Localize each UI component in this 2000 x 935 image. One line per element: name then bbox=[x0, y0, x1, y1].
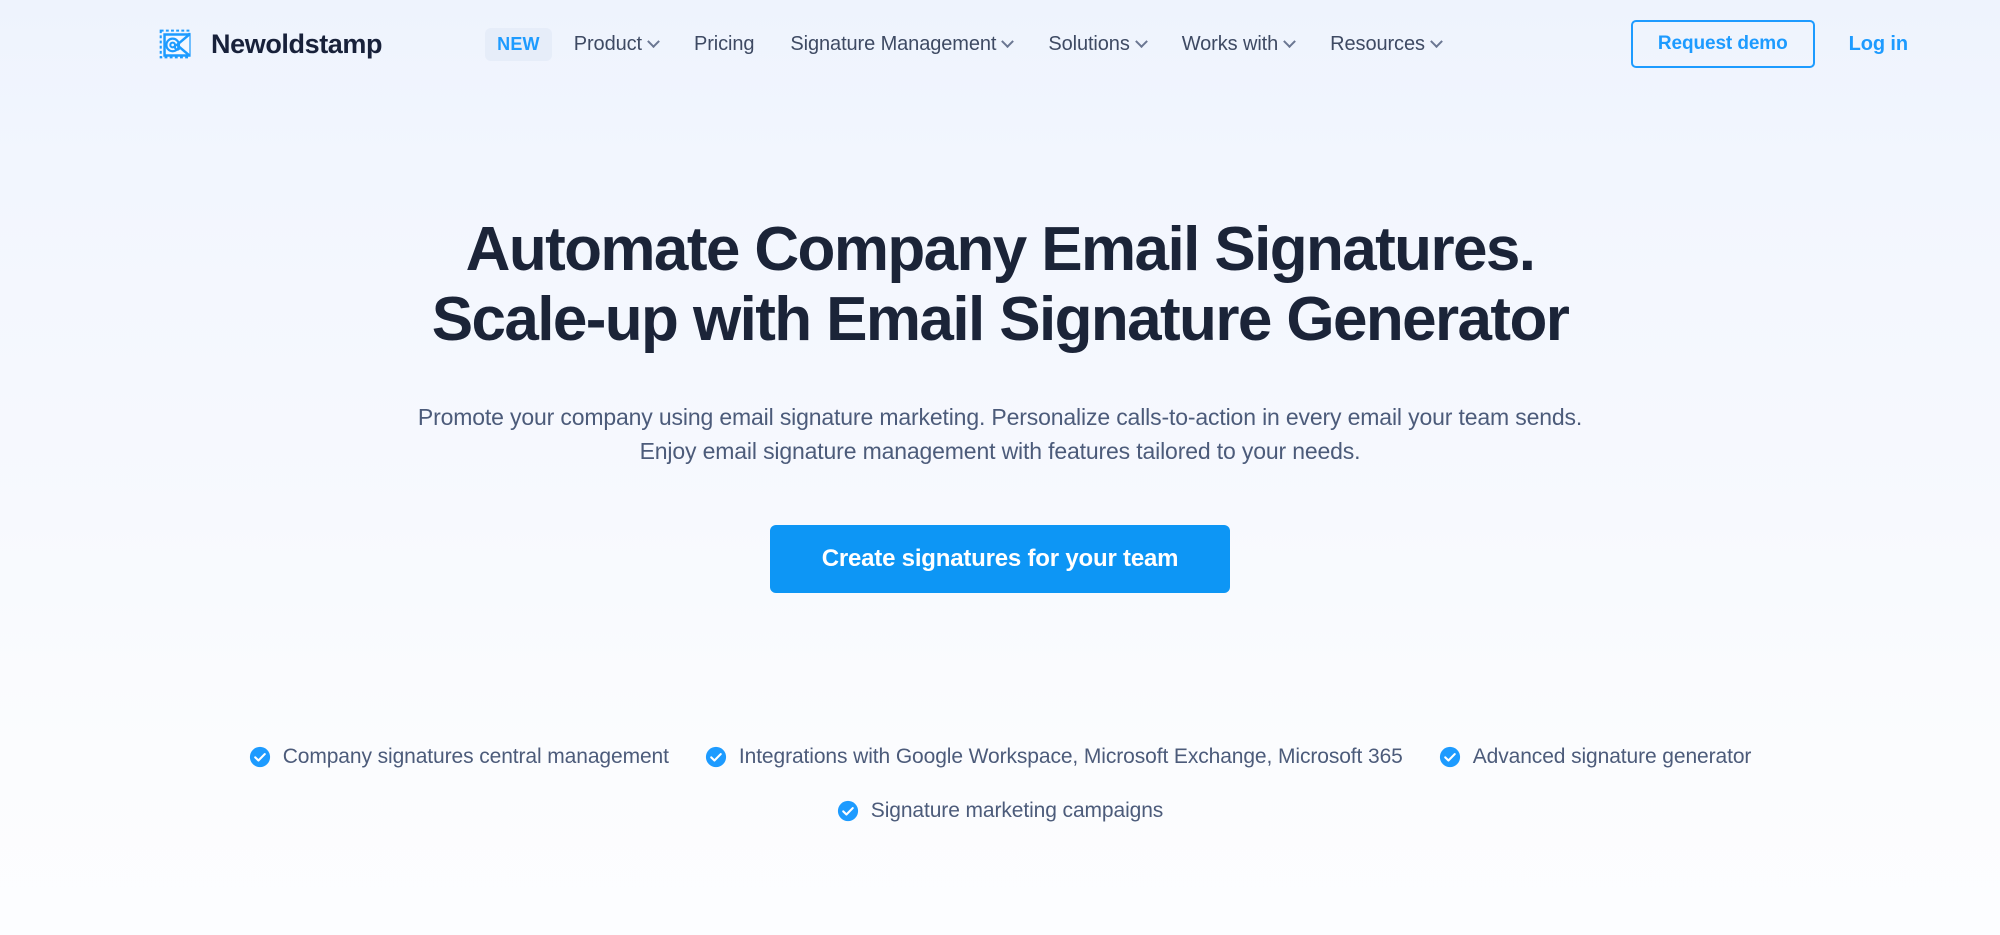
chevron-down-icon bbox=[1134, 34, 1148, 48]
hero-section: Automate Company Email Signatures. Scale… bbox=[0, 88, 2000, 594]
feature-label: Integrations with Google Workspace, Micr… bbox=[738, 745, 1403, 768]
nav-badge-new[interactable]: NEW bbox=[485, 27, 552, 61]
page-title-line-1: Automate Company Email Signatures. bbox=[465, 215, 1536, 284]
feature-label: Signature marketing campaigns bbox=[870, 799, 1164, 822]
hero-subtitle-line-2: Enjoy email signature management with fe… bbox=[639, 438, 1361, 465]
chevron-down-icon bbox=[1430, 34, 1443, 48]
nav-item-label: Solutions bbox=[1048, 32, 1130, 55]
nav-item-label: Product bbox=[573, 32, 642, 55]
list-item: Company signatures central management bbox=[249, 745, 669, 769]
chevron-down-icon bbox=[1283, 34, 1297, 48]
nav-item-product[interactable]: Product bbox=[573, 27, 660, 62]
brand-name: Newoldstamp bbox=[211, 28, 383, 59]
chevron-down-icon bbox=[1001, 34, 1015, 48]
list-item: Advanced signature generator bbox=[1439, 745, 1752, 769]
envelope-at-stamp-icon bbox=[159, 29, 191, 59]
nav-item-label: Signature Management bbox=[790, 32, 997, 55]
header-actions: Request demo Log in bbox=[1630, 20, 1908, 68]
feature-label: Advanced signature generator bbox=[1472, 745, 1752, 768]
main-nav: NEW Product Pricing Signature Management… bbox=[485, 27, 1631, 62]
check-circle-icon bbox=[705, 746, 726, 768]
nav-item-pricing[interactable]: Pricing bbox=[693, 27, 755, 62]
nav-item-signature-management[interactable]: Signature Management bbox=[790, 27, 1015, 62]
feature-row: Company signatures central management In… bbox=[0, 745, 2000, 769]
chevron-down-icon bbox=[647, 34, 660, 48]
feature-row: Signature marketing campaigns bbox=[0, 799, 2000, 823]
create-signatures-button[interactable]: Create signatures for your team bbox=[769, 525, 1231, 594]
nav-item-label: Pricing bbox=[693, 32, 755, 55]
log-in-link[interactable]: Log in bbox=[1849, 33, 1908, 56]
nav-item-resources[interactable]: Resources bbox=[1330, 27, 1443, 62]
check-circle-icon bbox=[837, 800, 858, 822]
page-title: Automate Company Email Signatures. Scale… bbox=[0, 215, 2000, 355]
nav-item-label: Works with bbox=[1181, 32, 1279, 55]
nav-item-label: Resources bbox=[1330, 32, 1425, 55]
page-title-line-2: Scale-up with Email Signature Generator bbox=[431, 285, 1570, 355]
nav-item-works-with[interactable]: Works with bbox=[1181, 27, 1297, 62]
hero-subtitle: Promote your company using email signatu… bbox=[0, 400, 2000, 468]
check-circle-icon bbox=[1439, 746, 1460, 768]
brand-logo-link[interactable]: Newoldstamp bbox=[155, 23, 383, 65]
feature-label: Company signatures central management bbox=[282, 745, 669, 768]
feature-list: Company signatures central management In… bbox=[0, 745, 2000, 823]
hero-subtitle-line-1: Promote your company using email signatu… bbox=[417, 404, 1583, 431]
nav-item-solutions[interactable]: Solutions bbox=[1048, 27, 1148, 62]
site-header: Newoldstamp NEW Product Pricing Signatur… bbox=[0, 0, 2000, 88]
request-demo-button[interactable]: Request demo bbox=[1630, 20, 1815, 68]
cta-container: Create signatures for your team bbox=[0, 525, 2000, 594]
list-item: Integrations with Google Workspace, Micr… bbox=[705, 745, 1403, 769]
page-root: Newoldstamp NEW Product Pricing Signatur… bbox=[0, 0, 2000, 935]
check-circle-icon bbox=[249, 746, 270, 768]
list-item: Signature marketing campaigns bbox=[837, 799, 1163, 823]
